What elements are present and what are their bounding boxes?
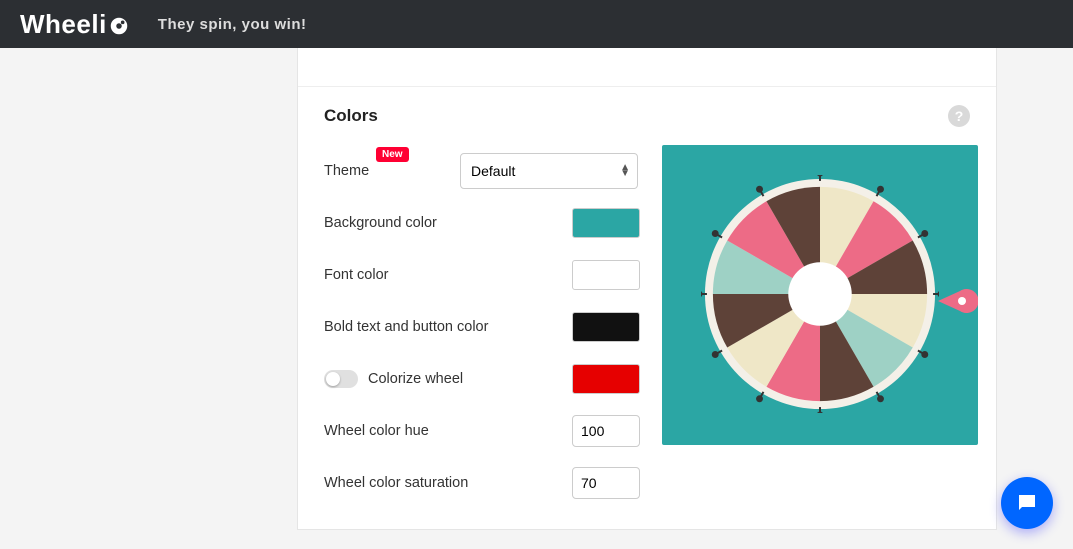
settings-panel: Colors ? Theme New Default ▲▼ Background… [297,48,997,530]
background-color-swatch[interactable] [572,208,640,238]
hue-label: Wheel color hue [324,423,474,439]
saturation-input[interactable] [572,467,640,499]
background-color-label: Background color [324,215,474,231]
theme-select[interactable]: Default [460,153,638,189]
bold-color-row: Bold text and button color [324,301,640,353]
colorize-toggle[interactable] [324,370,358,388]
app-header: Wheeli They spin, you win! [0,0,1073,48]
chat-button[interactable] [1001,477,1053,529]
section-title: Colors [324,106,378,126]
chat-icon [1015,491,1039,515]
colorize-color-swatch[interactable] [572,364,640,394]
font-color-row: Font color [324,249,640,301]
saturation-row: Wheel color saturation [324,457,640,509]
wheel-pointer-icon [932,289,978,313]
logo-wheel-icon [108,13,130,35]
background-color-row: Background color [324,197,640,249]
tagline: They spin, you win! [158,16,307,33]
wheel-graphic [701,175,939,413]
form-column: Theme New Default ▲▼ Background color Fo… [324,145,640,509]
hue-row: Wheel color hue [324,405,640,457]
font-color-swatch[interactable] [572,260,640,290]
bold-color-swatch[interactable] [572,312,640,342]
theme-row: Theme New Default ▲▼ [324,145,640,197]
theme-label: Theme New [324,163,474,179]
brand-logo: Wheeli [20,9,130,40]
saturation-label: Wheel color saturation [324,475,504,491]
brand-name: Wheeli [20,9,107,40]
font-color-label: Font color [324,267,474,283]
new-badge: New [376,147,409,162]
colorize-label: Colorize wheel [368,371,463,387]
bold-color-label: Bold text and button color [324,319,524,335]
colorize-row: Colorize wheel [324,353,640,405]
wheel-preview [662,145,978,445]
hue-input[interactable] [572,415,640,447]
help-icon[interactable]: ? [948,105,970,127]
